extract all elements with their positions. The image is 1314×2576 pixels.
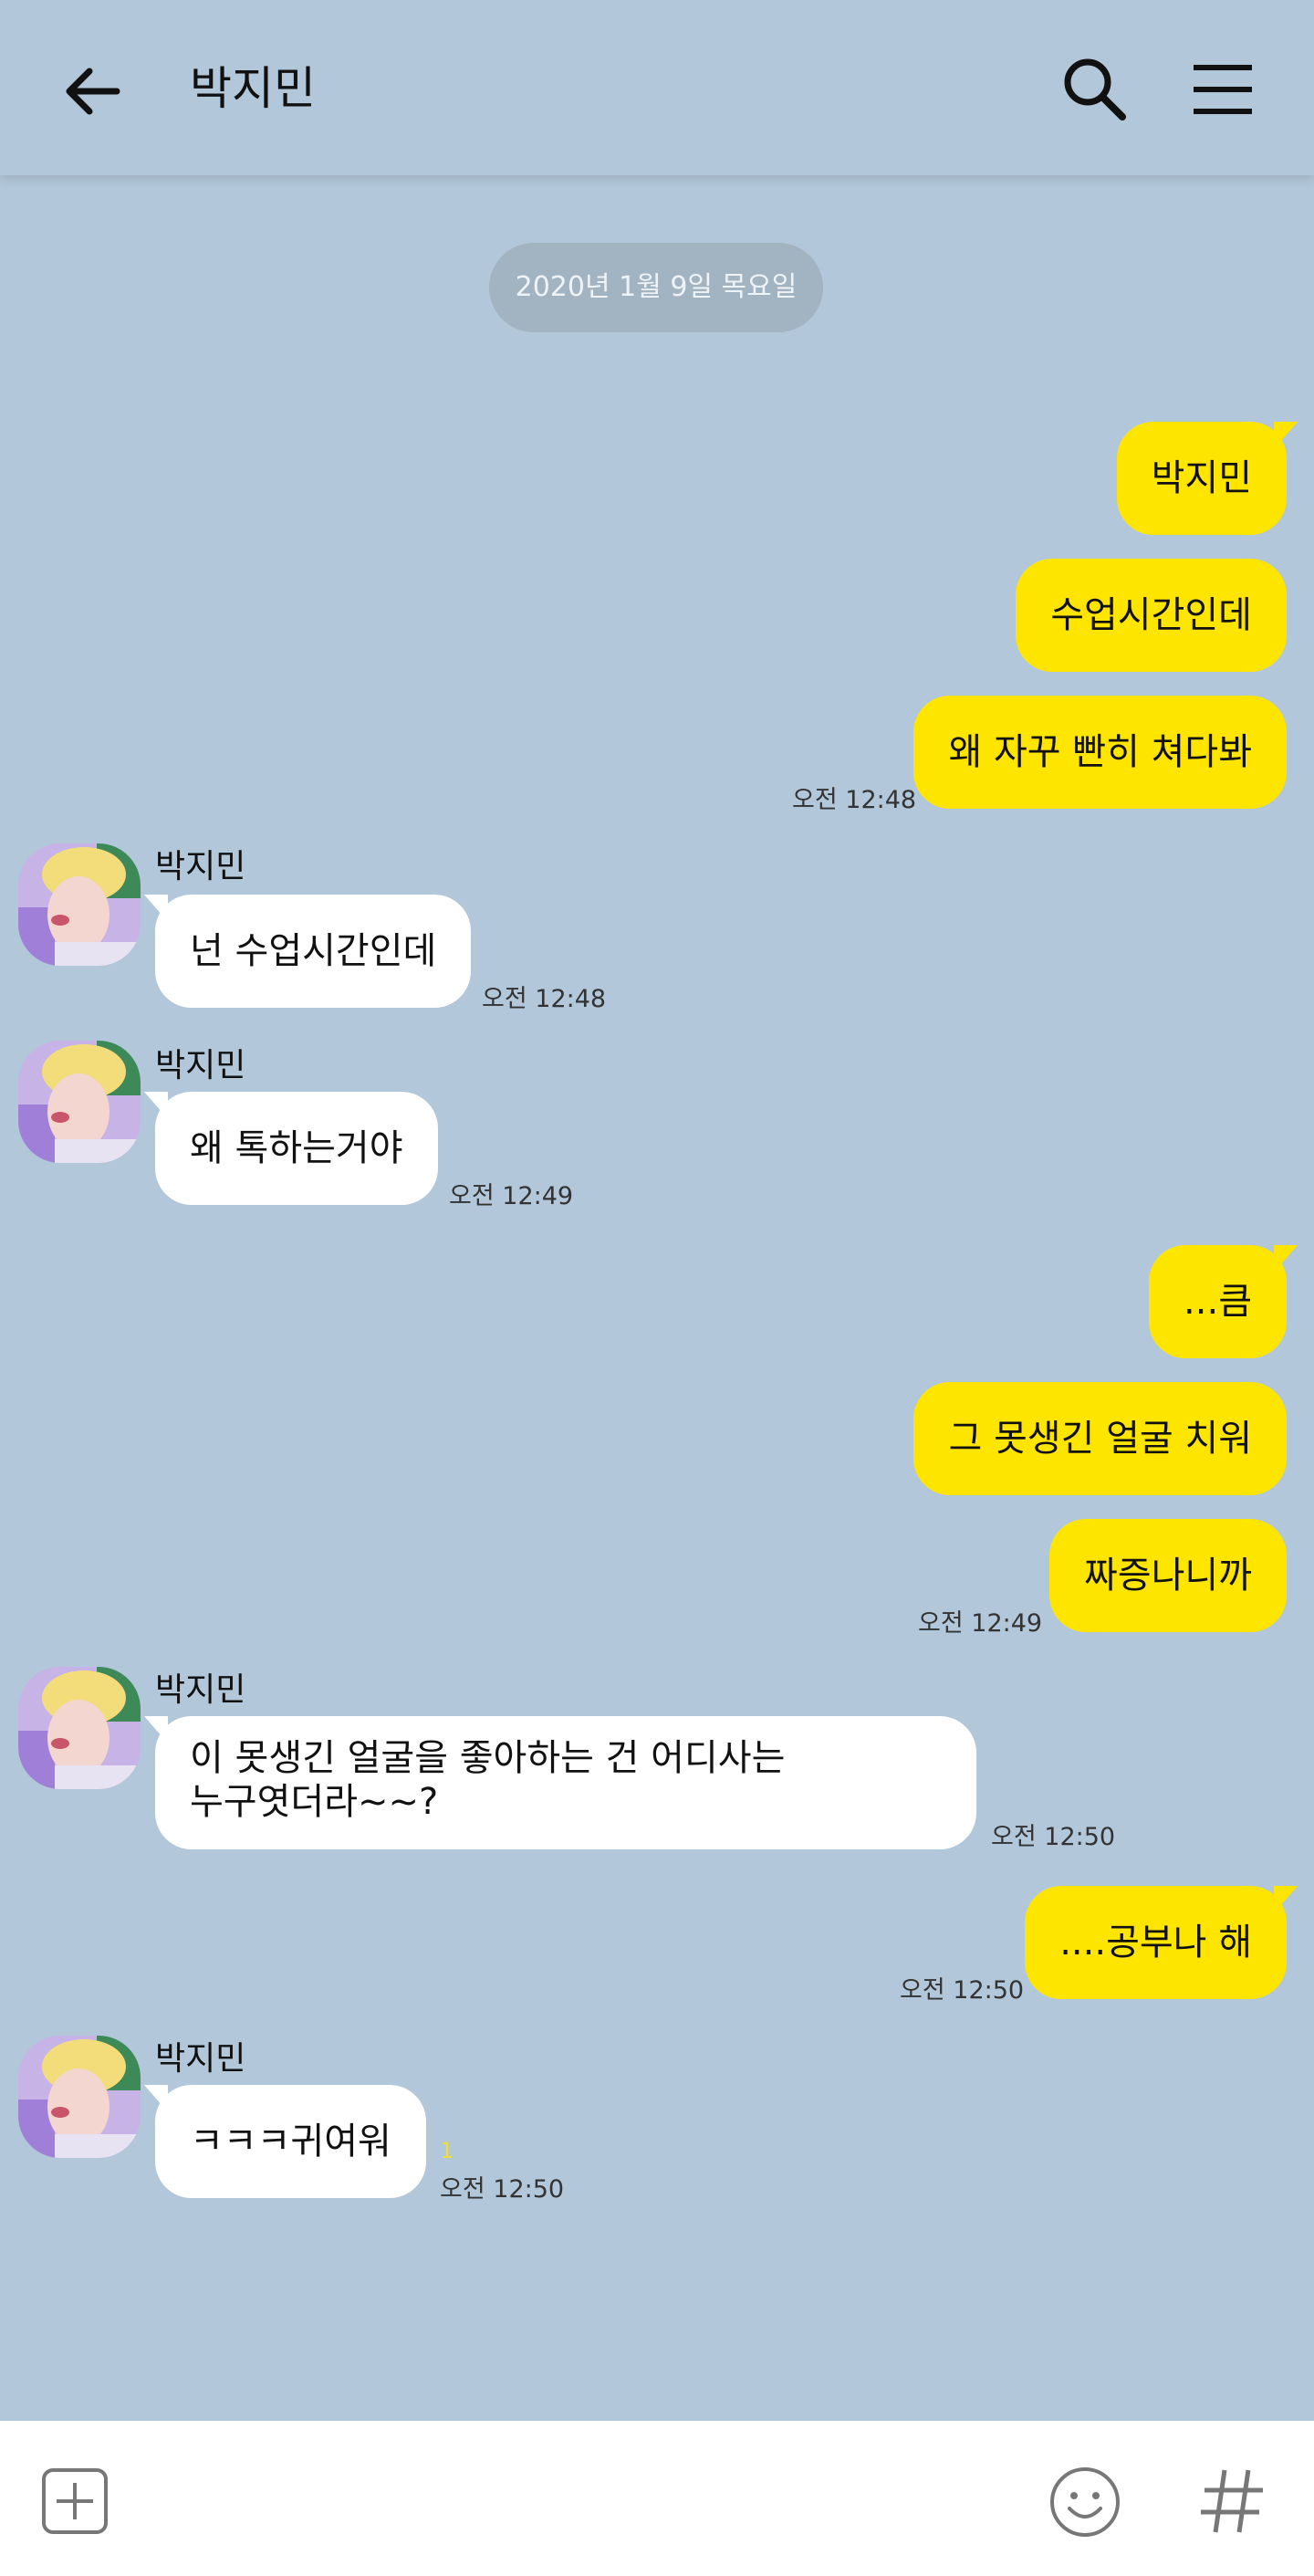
outgoing-message[interactable]: ...큼 bbox=[1149, 1245, 1298, 1358]
message-line: 이 못생긴 얼굴을 좋아하는 건 어디사는 bbox=[190, 1737, 786, 1779]
sender-name: 박지민 bbox=[155, 1671, 246, 1709]
message-time: 오전 12:48 bbox=[482, 985, 607, 1013]
message-time: 오전 12:50 bbox=[991, 1823, 1116, 1851]
avatar[interactable] bbox=[18, 1041, 141, 1163]
message-time: 오전 12:50 bbox=[440, 2175, 565, 2204]
incoming-message[interactable]: 이 못생긴 얼굴을 좋아하는 건 어디사는 누구엿더라~~? bbox=[144, 1716, 976, 1849]
outgoing-message[interactable]: 수업시간인데 bbox=[1016, 559, 1287, 672]
date-divider: 2020년 1월 9일 목요일 bbox=[489, 243, 823, 332]
outgoing-message[interactable]: 왜 자꾸 빤히 쳐다봐 bbox=[913, 696, 1287, 809]
arrow-left-icon[interactable] bbox=[57, 55, 130, 128]
incoming-message[interactable]: 왜 톡하는거야 bbox=[144, 1092, 438, 1205]
message-input-bar bbox=[0, 2421, 1314, 2576]
unread-count: 1 bbox=[440, 2138, 454, 2163]
search-icon[interactable] bbox=[1058, 53, 1132, 126]
hamburger-menu-icon[interactable] bbox=[1186, 53, 1259, 126]
incoming-message[interactable]: 넌 수업시간인데 bbox=[143, 895, 472, 1008]
sender-name: 박지민 bbox=[155, 2040, 246, 2078]
plus-box-icon[interactable] bbox=[38, 2465, 111, 2538]
sender-name: 박지민 bbox=[155, 1047, 246, 1084]
avatar-image bbox=[18, 1667, 141, 1789]
chat-header: 박지민 bbox=[0, 0, 1314, 175]
message-time: 오전 12:49 bbox=[449, 1182, 574, 1210]
incoming-message[interactable]: ㅋㅋㅋ귀여워 bbox=[144, 2085, 426, 2198]
outgoing-message[interactable]: ....공부나 해 bbox=[1025, 1886, 1298, 1999]
avatar-image bbox=[18, 1041, 141, 1163]
outgoing-message[interactable]: 짜증나니까 bbox=[1049, 1519, 1287, 1632]
hash-icon[interactable] bbox=[1192, 2459, 1274, 2541]
avatar-image bbox=[18, 843, 141, 966]
avatar-image bbox=[18, 2036, 141, 2158]
avatar[interactable] bbox=[18, 1667, 141, 1789]
outgoing-message[interactable]: 박지민 bbox=[1116, 422, 1298, 535]
message-time: 오전 12:48 bbox=[792, 786, 917, 814]
sender-name: 박지민 bbox=[155, 848, 246, 885]
outgoing-message[interactable]: 그 못생긴 얼굴 치워 bbox=[913, 1382, 1287, 1495]
avatar[interactable] bbox=[18, 843, 141, 966]
avatar[interactable] bbox=[18, 2036, 141, 2158]
message-time: 오전 12:49 bbox=[918, 1609, 1043, 1638]
message-time: 오전 12:50 bbox=[900, 1976, 1025, 2005]
chat-title: 박지민 bbox=[190, 62, 316, 115]
emoji-icon[interactable] bbox=[1048, 2465, 1122, 2539]
message-line: 누구엿더라~~? bbox=[190, 1781, 439, 1823]
